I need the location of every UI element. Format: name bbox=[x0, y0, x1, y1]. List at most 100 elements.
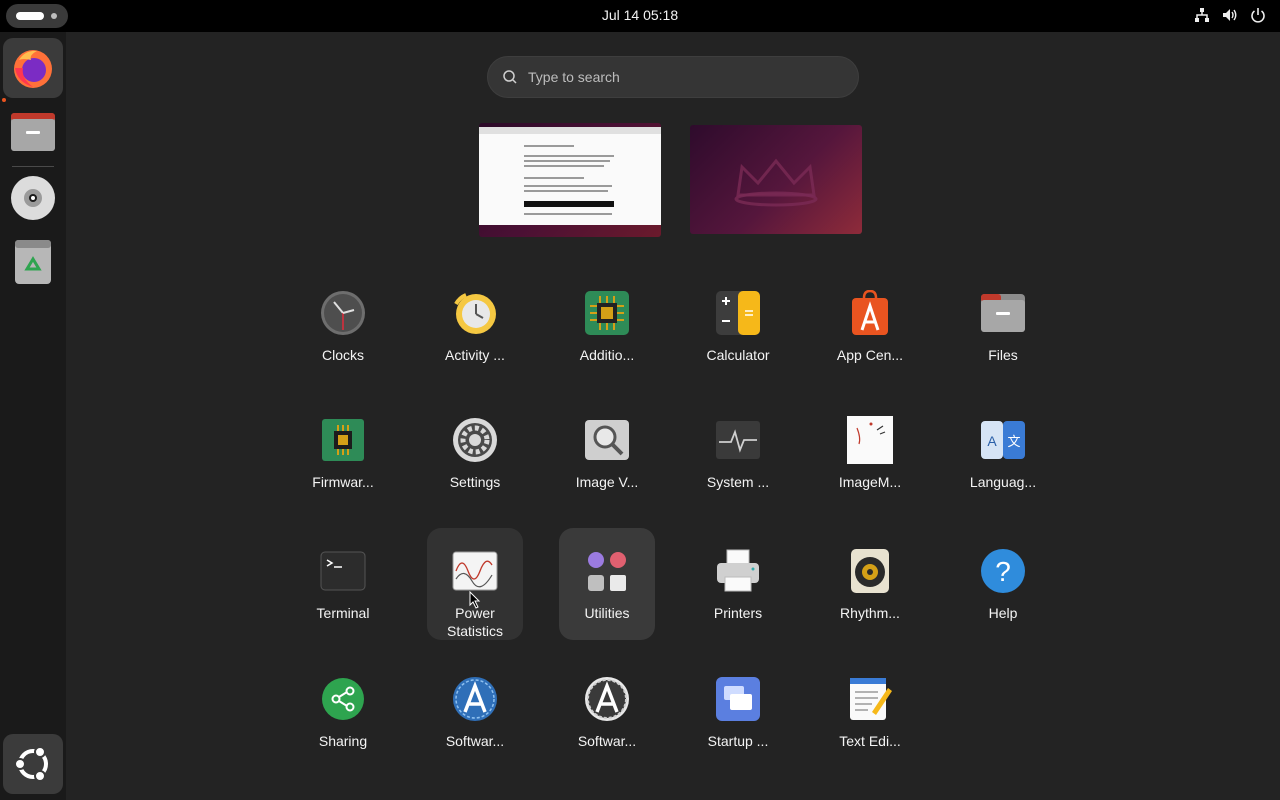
app-activity-log[interactable]: Activity ... bbox=[427, 270, 523, 382]
software-updater-icon bbox=[451, 675, 499, 723]
speaker-icon bbox=[846, 547, 894, 595]
app-label: Firmwar... bbox=[312, 474, 374, 490]
app-files[interactable]: Files bbox=[955, 270, 1051, 382]
dock-trash[interactable] bbox=[3, 232, 63, 292]
app-label: Terminal bbox=[316, 605, 370, 621]
startup-apps-icon bbox=[714, 675, 762, 723]
app-label: Files bbox=[988, 347, 1018, 363]
app-label: Text Edi... bbox=[839, 733, 901, 749]
app-text-editor[interactable]: Text Edi... bbox=[822, 656, 918, 768]
app-image-viewer[interactable]: Image V... bbox=[559, 397, 655, 509]
app-startup-applications[interactable]: Startup ... bbox=[690, 656, 786, 768]
app-label: Clocks bbox=[321, 347, 364, 363]
app-additional-drivers[interactable]: Additio... bbox=[559, 270, 655, 382]
app-label: Utilities bbox=[584, 605, 630, 621]
app-label: Calculator bbox=[706, 347, 770, 363]
app-sharing[interactable]: Sharing bbox=[295, 656, 391, 768]
dock bbox=[0, 32, 66, 800]
app-software-properties[interactable]: Softwar... bbox=[559, 656, 655, 768]
activities-button[interactable] bbox=[6, 4, 68, 28]
disc-icon bbox=[11, 176, 55, 220]
app-help[interactable]: ? Help bbox=[955, 528, 1051, 640]
app-imagemagick[interactable]: ImageM... bbox=[822, 397, 918, 509]
app-label: System ... bbox=[706, 474, 770, 490]
running-indicator bbox=[2, 98, 6, 102]
help-icon: ? bbox=[979, 547, 1027, 595]
workspace-thumbnail-1[interactable] bbox=[479, 123, 661, 237]
app-system-monitor[interactable]: System ... bbox=[690, 397, 786, 509]
folder-icon bbox=[979, 289, 1027, 337]
app-label: Languag... bbox=[969, 474, 1037, 490]
activity-log-icon bbox=[451, 289, 499, 337]
app-folder-utilities[interactable]: Utilities bbox=[559, 528, 655, 640]
svg-text:?: ? bbox=[995, 556, 1011, 587]
app-label: Settings bbox=[449, 474, 501, 490]
app-center-icon bbox=[846, 289, 894, 337]
app-label: Softwar... bbox=[445, 733, 505, 749]
network-icon[interactable] bbox=[1194, 7, 1210, 23]
dock-separator bbox=[12, 166, 54, 167]
workspace-thumbnail-2[interactable] bbox=[690, 125, 862, 234]
app-label: Startup ... bbox=[707, 733, 769, 749]
app-label: Printers bbox=[713, 605, 763, 621]
dock-files[interactable] bbox=[3, 102, 63, 162]
volume-icon[interactable] bbox=[1222, 7, 1238, 23]
imagemagick-icon bbox=[846, 416, 894, 464]
power-statistics-icon bbox=[451, 547, 499, 595]
app-label: Rhythm... bbox=[840, 605, 900, 621]
wallpaper-crown-icon bbox=[734, 158, 818, 207]
app-label: App Cen... bbox=[836, 347, 904, 363]
app-label: Power Statistics bbox=[446, 605, 503, 639]
share-icon bbox=[319, 675, 367, 723]
clock-icon bbox=[319, 289, 367, 337]
app-app-center[interactable]: App Cen... bbox=[822, 270, 918, 382]
dock-disc[interactable] bbox=[3, 168, 63, 228]
terminal-icon bbox=[319, 547, 367, 595]
datetime-button[interactable]: Jul 14 05:18 bbox=[592, 3, 688, 27]
app-label: Help bbox=[988, 605, 1018, 621]
app-label: Sharing bbox=[318, 733, 368, 749]
app-label: Softwar... bbox=[577, 733, 637, 749]
utilities-folder-icon bbox=[583, 547, 631, 595]
app-power-statistics[interactable]: Power Statistics bbox=[427, 528, 523, 640]
app-settings[interactable]: Settings bbox=[427, 397, 523, 509]
dock-firefox[interactable] bbox=[3, 38, 63, 98]
search-bar[interactable] bbox=[487, 56, 859, 98]
mouse-cursor-icon bbox=[469, 591, 481, 609]
app-software-updater[interactable]: Softwar... bbox=[427, 656, 523, 768]
power-icon[interactable] bbox=[1250, 7, 1266, 23]
workspace-indicator-dot bbox=[51, 13, 57, 19]
chip-icon bbox=[583, 289, 631, 337]
app-calculator[interactable]: Calculator bbox=[690, 270, 786, 382]
system-monitor-icon bbox=[714, 416, 762, 464]
magnifier-icon bbox=[583, 416, 631, 464]
app-label: Additio... bbox=[579, 347, 635, 363]
svg-text:A: A bbox=[987, 433, 997, 449]
language-icon: A文 bbox=[979, 416, 1027, 464]
workspace-indicator-active bbox=[16, 12, 44, 20]
system-tray[interactable] bbox=[1194, 7, 1266, 23]
ubuntu-logo-icon bbox=[14, 746, 48, 782]
firmware-icon bbox=[319, 416, 367, 464]
app-label: Image V... bbox=[575, 474, 639, 490]
search-input[interactable] bbox=[528, 69, 828, 85]
search-icon bbox=[503, 70, 517, 84]
gear-icon bbox=[451, 416, 499, 464]
app-label: Activity ... bbox=[445, 347, 505, 363]
firefox-icon bbox=[14, 50, 52, 88]
calculator-icon bbox=[714, 289, 762, 337]
clock-area: Jul 14 05:18 bbox=[0, 0, 1280, 32]
app-printers[interactable]: Printers bbox=[690, 528, 786, 640]
window-thumbnail bbox=[479, 127, 661, 225]
svg-text:文: 文 bbox=[1007, 435, 1020, 450]
app-rhythmbox[interactable]: Rhythm... bbox=[822, 528, 918, 640]
show-apps-button[interactable] bbox=[3, 734, 63, 794]
app-terminal[interactable]: Terminal bbox=[295, 528, 391, 640]
text-editor-icon bbox=[846, 675, 894, 723]
printer-icon bbox=[714, 547, 762, 595]
software-properties-icon bbox=[583, 675, 631, 723]
app-firmware[interactable]: Firmwar... bbox=[295, 397, 391, 509]
app-clocks[interactable]: Clocks bbox=[295, 270, 391, 382]
app-language-support[interactable]: A文 Languag... bbox=[955, 397, 1051, 509]
trash-icon bbox=[15, 240, 51, 284]
